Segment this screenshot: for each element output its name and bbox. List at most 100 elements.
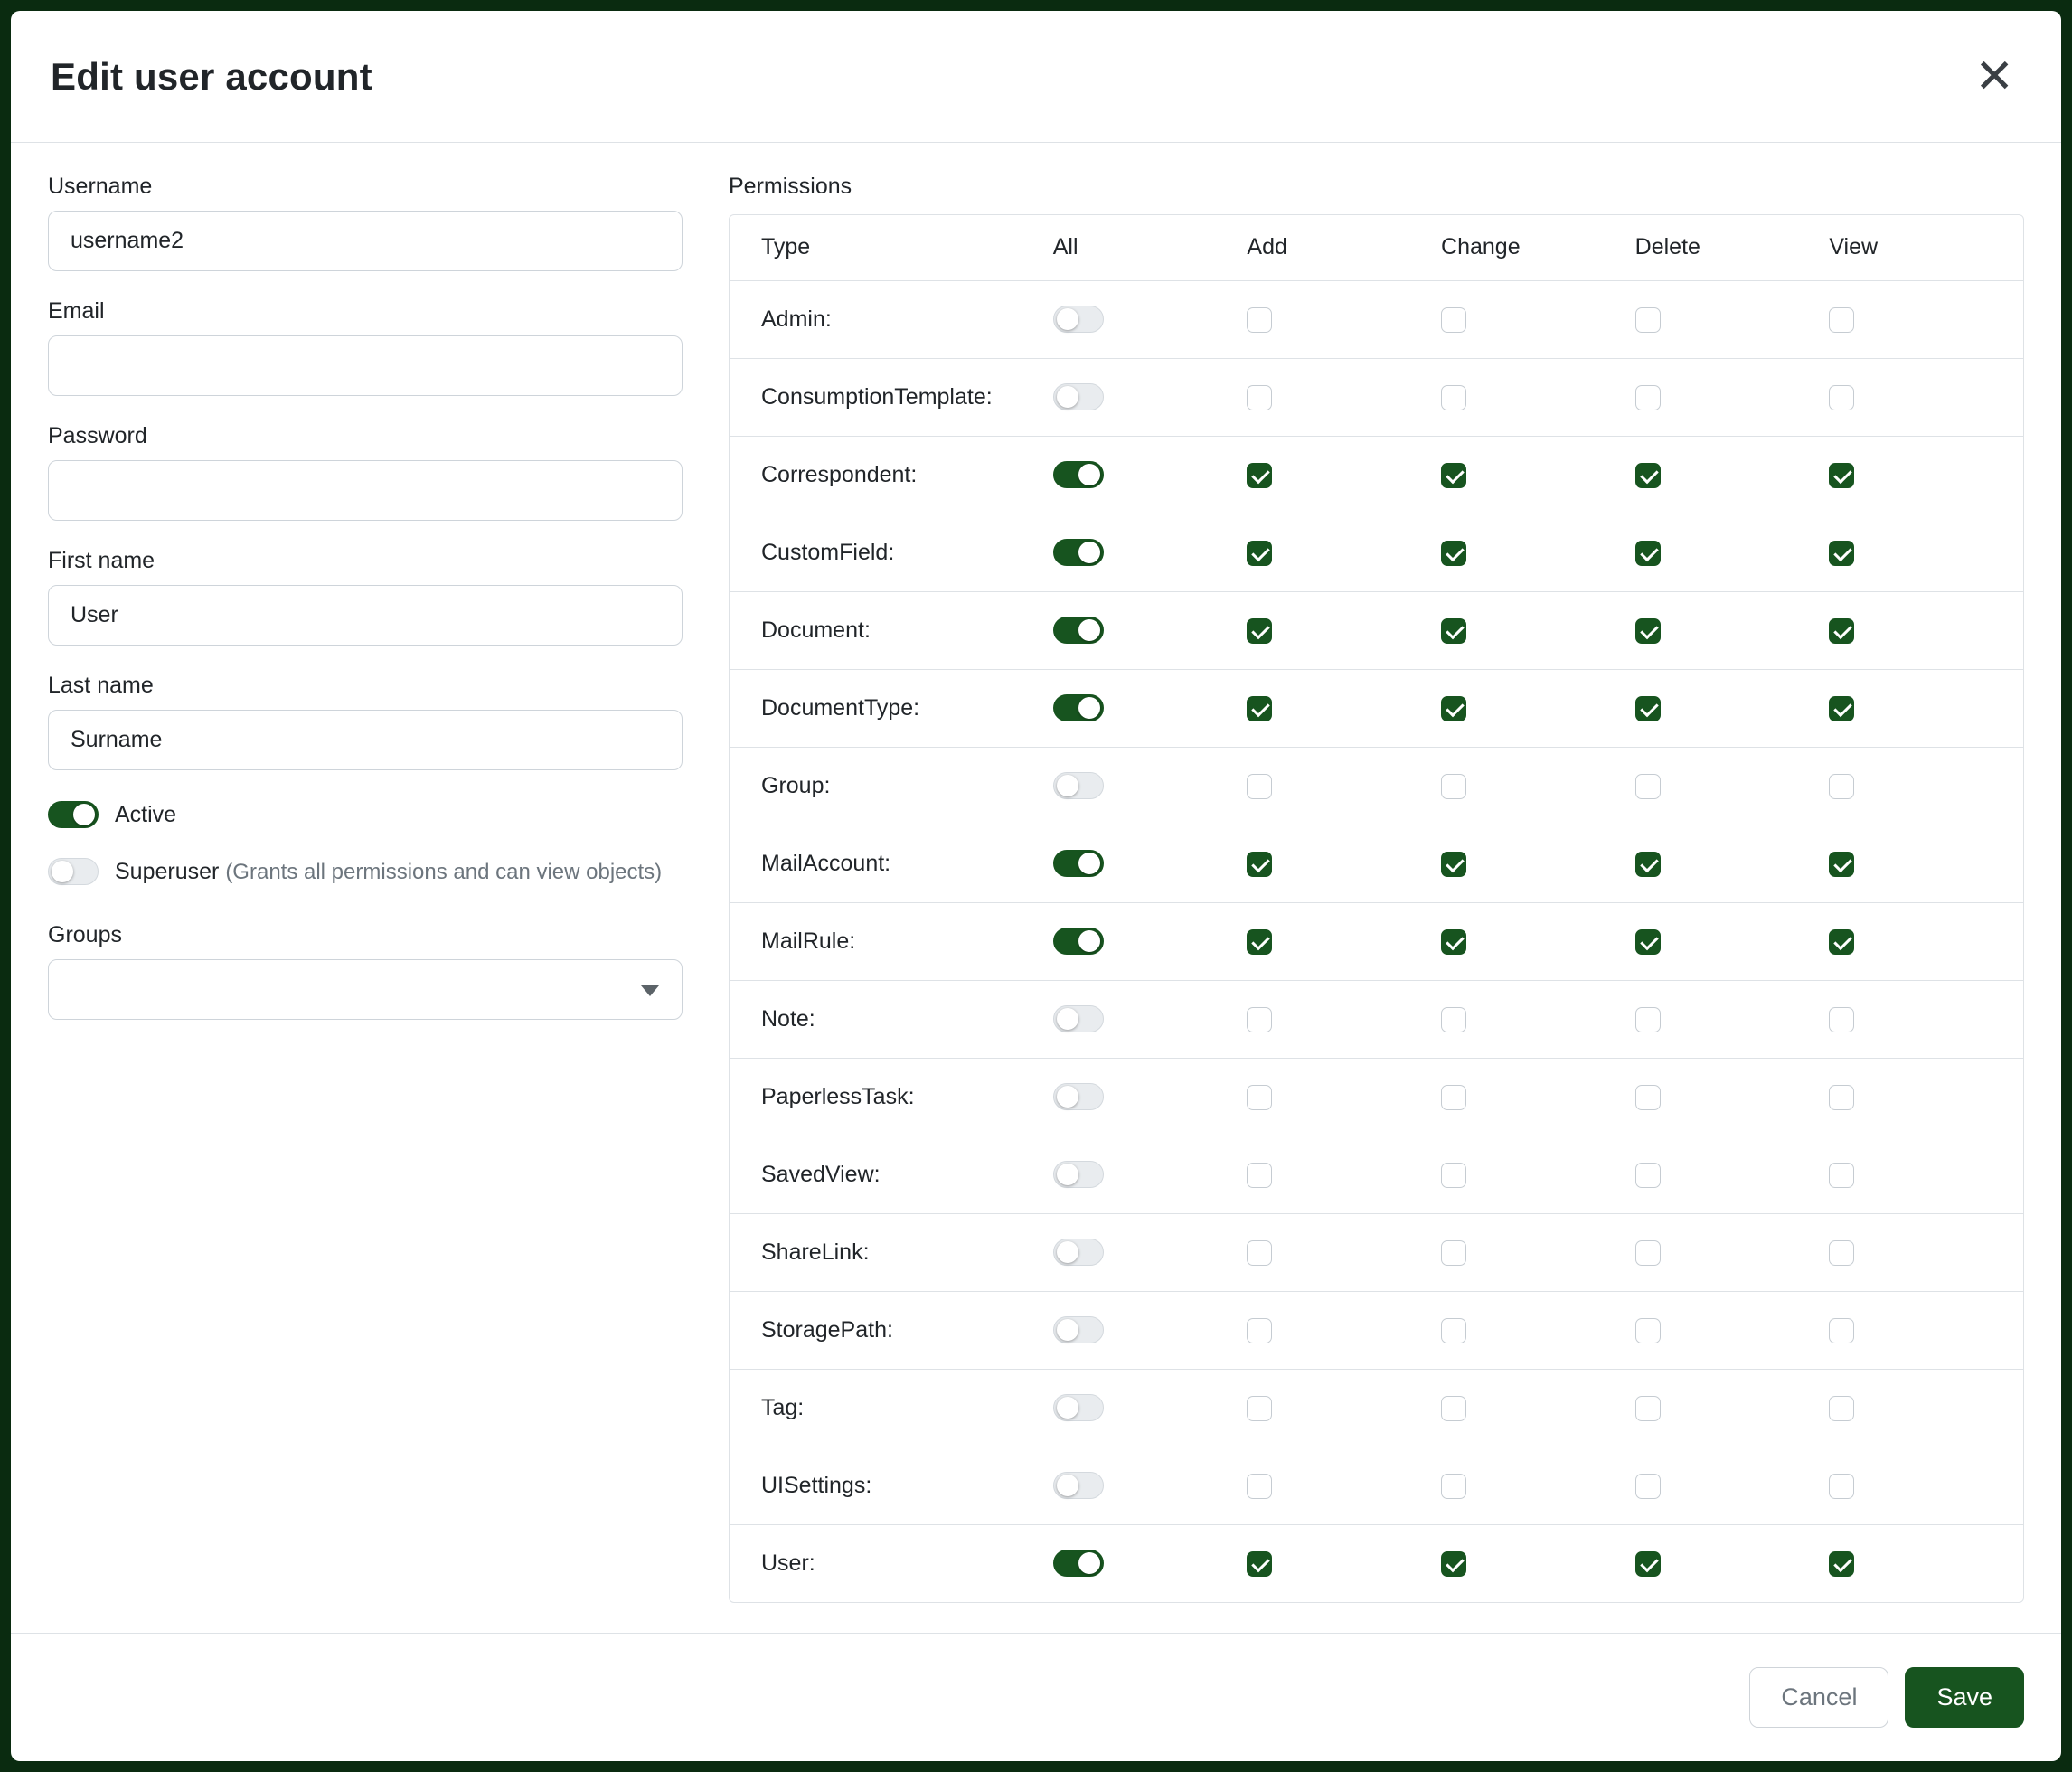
save-button[interactable]: Save	[1905, 1667, 2024, 1728]
permission-delete-checkbox[interactable]	[1635, 307, 1661, 333]
close-icon[interactable]: ✕	[1967, 50, 2021, 104]
permission-add-checkbox[interactable]	[1247, 1551, 1272, 1577]
permission-view-checkbox[interactable]	[1829, 618, 1854, 644]
permission-change-checkbox[interactable]	[1441, 1085, 1466, 1110]
permission-add-checkbox[interactable]	[1247, 1396, 1272, 1421]
permission-view-checkbox[interactable]	[1829, 1240, 1854, 1266]
permission-all-toggle[interactable]	[1053, 1394, 1104, 1421]
permission-add-checkbox[interactable]	[1247, 774, 1272, 799]
permission-change-checkbox[interactable]	[1441, 463, 1466, 488]
permission-delete-checkbox[interactable]	[1635, 541, 1661, 566]
permission-delete-checkbox[interactable]	[1635, 385, 1661, 410]
permission-all-toggle[interactable]	[1053, 928, 1104, 955]
permission-view-checkbox[interactable]	[1829, 774, 1854, 799]
permission-view-checkbox[interactable]	[1829, 1551, 1854, 1577]
toggle-knob	[1057, 308, 1078, 330]
permission-view-checkbox[interactable]	[1829, 541, 1854, 566]
permission-delete-checkbox[interactable]	[1635, 1551, 1661, 1577]
permission-all-toggle[interactable]	[1053, 1472, 1104, 1499]
permission-all-toggle[interactable]	[1053, 383, 1104, 410]
superuser-toggle[interactable]	[48, 858, 99, 885]
permission-view-checkbox[interactable]	[1829, 852, 1854, 877]
permission-all-toggle[interactable]	[1053, 461, 1104, 488]
password-field[interactable]	[48, 460, 683, 521]
permission-view-checkbox[interactable]	[1829, 696, 1854, 721]
permission-change-checkbox[interactable]	[1441, 929, 1466, 955]
permission-all-toggle[interactable]	[1053, 1083, 1104, 1110]
permission-add-checkbox[interactable]	[1247, 1240, 1272, 1266]
permission-all-toggle[interactable]	[1053, 1239, 1104, 1266]
permission-change-checkbox[interactable]	[1441, 1318, 1466, 1343]
permission-all-toggle[interactable]	[1053, 539, 1104, 566]
permission-view-checkbox[interactable]	[1829, 1163, 1854, 1188]
permission-all-toggle[interactable]	[1053, 1005, 1104, 1032]
permission-change-checkbox[interactable]	[1441, 541, 1466, 566]
permission-delete-checkbox[interactable]	[1635, 1085, 1661, 1110]
permission-change-checkbox[interactable]	[1441, 1474, 1466, 1499]
permission-add-checkbox[interactable]	[1247, 1007, 1272, 1032]
permission-delete-checkbox[interactable]	[1635, 696, 1661, 721]
permission-delete-checkbox[interactable]	[1635, 618, 1661, 644]
permission-view-checkbox[interactable]	[1829, 385, 1854, 410]
last-name-field[interactable]	[48, 710, 683, 770]
permission-all-toggle[interactable]	[1053, 1550, 1104, 1577]
permission-all-toggle[interactable]	[1053, 306, 1104, 333]
permission-delete-checkbox[interactable]	[1635, 929, 1661, 955]
permission-add-checkbox[interactable]	[1247, 929, 1272, 955]
permission-delete-checkbox[interactable]	[1635, 1396, 1661, 1421]
permission-all-toggle[interactable]	[1053, 694, 1104, 721]
permission-add-checkbox[interactable]	[1247, 1474, 1272, 1499]
cancel-button[interactable]: Cancel	[1749, 1667, 1888, 1728]
permission-delete-checkbox[interactable]	[1635, 774, 1661, 799]
permission-all-toggle[interactable]	[1053, 850, 1104, 877]
permission-add-checkbox[interactable]	[1247, 307, 1272, 333]
permission-delete-checkbox[interactable]	[1635, 1318, 1661, 1343]
permission-change-checkbox[interactable]	[1441, 1163, 1466, 1188]
permission-change-checkbox[interactable]	[1441, 1240, 1466, 1266]
permission-change-checkbox[interactable]	[1441, 774, 1466, 799]
permission-add-checkbox[interactable]	[1247, 852, 1272, 877]
permission-all-toggle[interactable]	[1053, 1161, 1104, 1188]
permission-change-checkbox[interactable]	[1441, 307, 1466, 333]
permission-change-checkbox[interactable]	[1441, 1007, 1466, 1032]
groups-select-input[interactable]	[48, 959, 683, 1020]
permission-add-checkbox[interactable]	[1247, 696, 1272, 721]
permission-all-toggle[interactable]	[1053, 1316, 1104, 1343]
permission-view-checkbox[interactable]	[1829, 1007, 1854, 1032]
permission-add-checkbox[interactable]	[1247, 1318, 1272, 1343]
permission-view-checkbox[interactable]	[1829, 1318, 1854, 1343]
first-name-field[interactable]	[48, 585, 683, 646]
username-input[interactable]	[48, 211, 683, 271]
permission-change-checkbox[interactable]	[1441, 696, 1466, 721]
permission-change-checkbox[interactable]	[1441, 852, 1466, 877]
permission-change-checkbox[interactable]	[1441, 1551, 1466, 1577]
permission-delete-checkbox[interactable]	[1635, 852, 1661, 877]
table-row: SavedView:	[730, 1136, 2023, 1213]
permission-delete-checkbox[interactable]	[1635, 1240, 1661, 1266]
permission-delete-checkbox[interactable]	[1635, 1474, 1661, 1499]
permission-add-checkbox[interactable]	[1247, 541, 1272, 566]
permission-add-checkbox[interactable]	[1247, 463, 1272, 488]
permission-add-checkbox[interactable]	[1247, 1085, 1272, 1110]
permission-change-checkbox[interactable]	[1441, 385, 1466, 410]
permission-change-checkbox[interactable]	[1441, 1396, 1466, 1421]
permission-delete-checkbox[interactable]	[1635, 1007, 1661, 1032]
permission-view-checkbox[interactable]	[1829, 1396, 1854, 1421]
active-toggle[interactable]	[48, 801, 99, 828]
permission-add-checkbox[interactable]	[1247, 1163, 1272, 1188]
permission-view-checkbox[interactable]	[1829, 307, 1854, 333]
email-field[interactable]	[48, 335, 683, 396]
permission-view-checkbox[interactable]	[1829, 1474, 1854, 1499]
permission-all-toggle[interactable]	[1053, 617, 1104, 644]
permission-view-checkbox[interactable]	[1829, 1085, 1854, 1110]
permission-delete-checkbox[interactable]	[1635, 1163, 1661, 1188]
permission-all-toggle[interactable]	[1053, 772, 1104, 799]
permission-view-checkbox[interactable]	[1829, 463, 1854, 488]
permission-change-checkbox[interactable]	[1441, 618, 1466, 644]
permission-add-checkbox[interactable]	[1247, 618, 1272, 644]
permission-delete-checkbox[interactable]	[1635, 463, 1661, 488]
groups-select[interactable]	[48, 959, 683, 1020]
column-header-change: Change	[1441, 215, 1635, 280]
permission-view-checkbox[interactable]	[1829, 929, 1854, 955]
permission-add-checkbox[interactable]	[1247, 385, 1272, 410]
